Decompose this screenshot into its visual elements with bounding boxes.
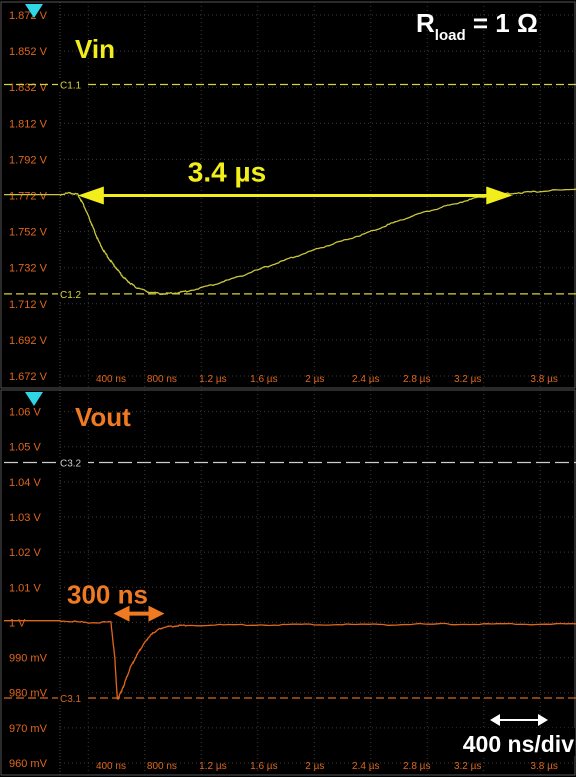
x-tick-label: 2.4 µs <box>352 761 379 772</box>
y-tick-label: 970 mV <box>9 723 48 735</box>
y-tick-label: 1.872 V <box>9 10 48 22</box>
y-tick-label: 1.792 V <box>9 154 48 166</box>
y-tick-label: 1.05 V <box>9 442 41 454</box>
x-tick-label: 3.2 µs <box>454 761 481 772</box>
y-tick-label: 1.06 V <box>9 407 41 419</box>
x-tick-label: 800 ns <box>147 761 177 772</box>
cursor-label: C3.1 <box>60 694 82 705</box>
x-tick-label: 3.8 µs <box>530 374 557 385</box>
load-annotation-subscript: load <box>435 27 466 44</box>
y-tick-label: 1.01 V <box>9 582 41 594</box>
x-tick-label: 400 ns <box>96 374 126 385</box>
y-tick-label: 1.712 V <box>9 299 48 311</box>
panel-title: Vin <box>75 34 115 64</box>
x-tick-label: 1.6 µs <box>250 761 277 772</box>
cursor-label: C1.1 <box>60 81 82 92</box>
x-tick-label: 3.8 µs <box>530 761 557 772</box>
x-tick-label: 2.4 µs <box>352 374 379 385</box>
y-tick-label: 1.672 V <box>9 371 48 383</box>
measurement-label: 3.4 µs <box>188 157 266 188</box>
cursor-label: C3.2 <box>60 459 82 470</box>
x-tick-label: 3.2 µs <box>454 374 481 385</box>
x-tick-label: 2.8 µs <box>403 374 430 385</box>
y-tick-label: 1.752 V <box>9 227 48 239</box>
cursor-label: C1.2 <box>60 290 82 301</box>
x-tick-label: 2 µs <box>305 761 324 772</box>
y-tick-label: 1.852 V <box>9 46 48 58</box>
measurement-label: 300 ns <box>67 580 148 610</box>
x-tick-label: 800 ns <box>147 374 177 385</box>
timebase-label: 400 ns/div <box>463 731 574 757</box>
panel-title: Vout <box>75 402 131 432</box>
load-annotation-value: = 1 Ω <box>466 8 538 38</box>
y-tick-label: 1.692 V <box>9 335 48 347</box>
y-tick-label: 1.03 V <box>9 512 41 524</box>
y-tick-label: 1.02 V <box>9 547 41 559</box>
x-tick-label: 1.2 µs <box>199 761 226 772</box>
oscilloscope-screen: 1.872 V1.852 V1.832 V1.812 V1.792 V1.772… <box>0 0 576 777</box>
y-tick-label: 1.812 V <box>9 118 48 130</box>
y-tick-label: 1 V <box>9 617 26 629</box>
y-tick-label: 990 mV <box>9 653 48 665</box>
y-tick-label: 1.04 V <box>9 477 41 489</box>
x-tick-label: 2.8 µs <box>403 761 430 772</box>
x-tick-label: 400 ns <box>96 761 126 772</box>
y-tick-label: 1.772 V <box>9 191 48 203</box>
x-tick-label: 1.2 µs <box>199 374 226 385</box>
y-tick-label: 1.732 V <box>9 263 48 275</box>
x-tick-label: 1.6 µs <box>250 374 277 385</box>
y-tick-label: 960 mV <box>9 758 48 770</box>
load-annotation-symbol: R <box>416 8 435 38</box>
x-tick-label: 2 µs <box>305 374 324 385</box>
